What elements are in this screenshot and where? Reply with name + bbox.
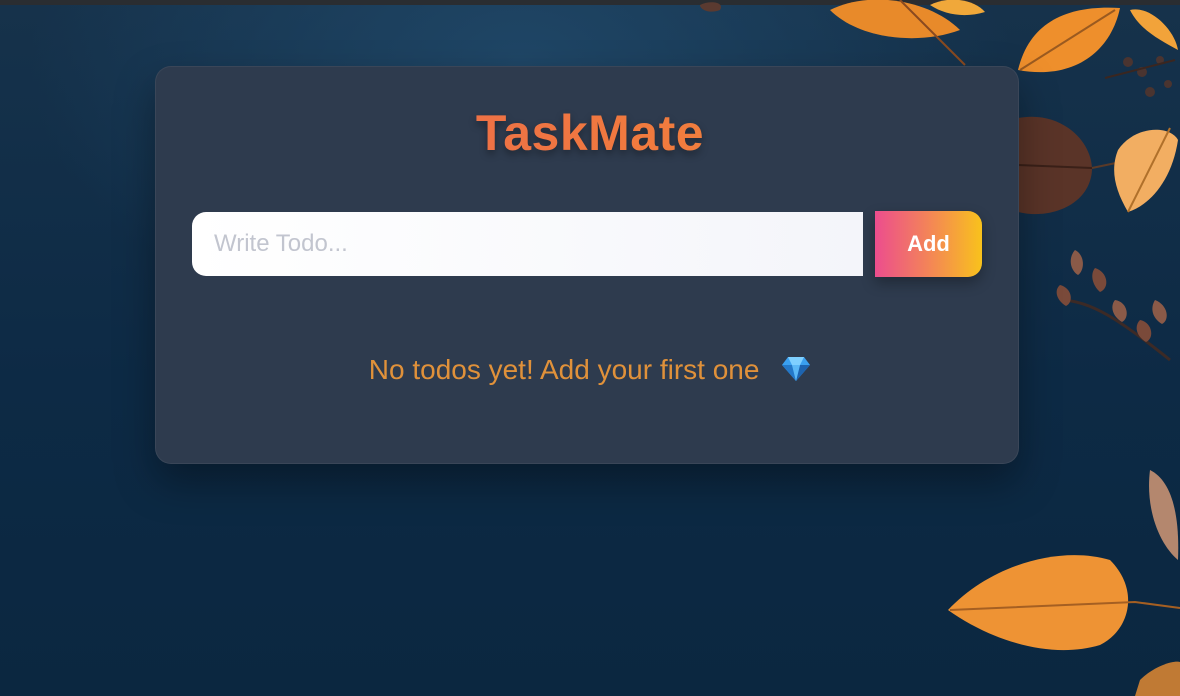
empty-state: No todos yet! Add your first one [0,354,1180,389]
add-button[interactable]: Add [875,211,982,277]
empty-state-message: No todos yet! Add your first one [368,354,760,385]
window-top-bar [0,0,1180,5]
todo-input[interactable] [192,212,863,276]
app-title: TaskMate [0,104,1180,162]
gem-icon [781,356,811,389]
